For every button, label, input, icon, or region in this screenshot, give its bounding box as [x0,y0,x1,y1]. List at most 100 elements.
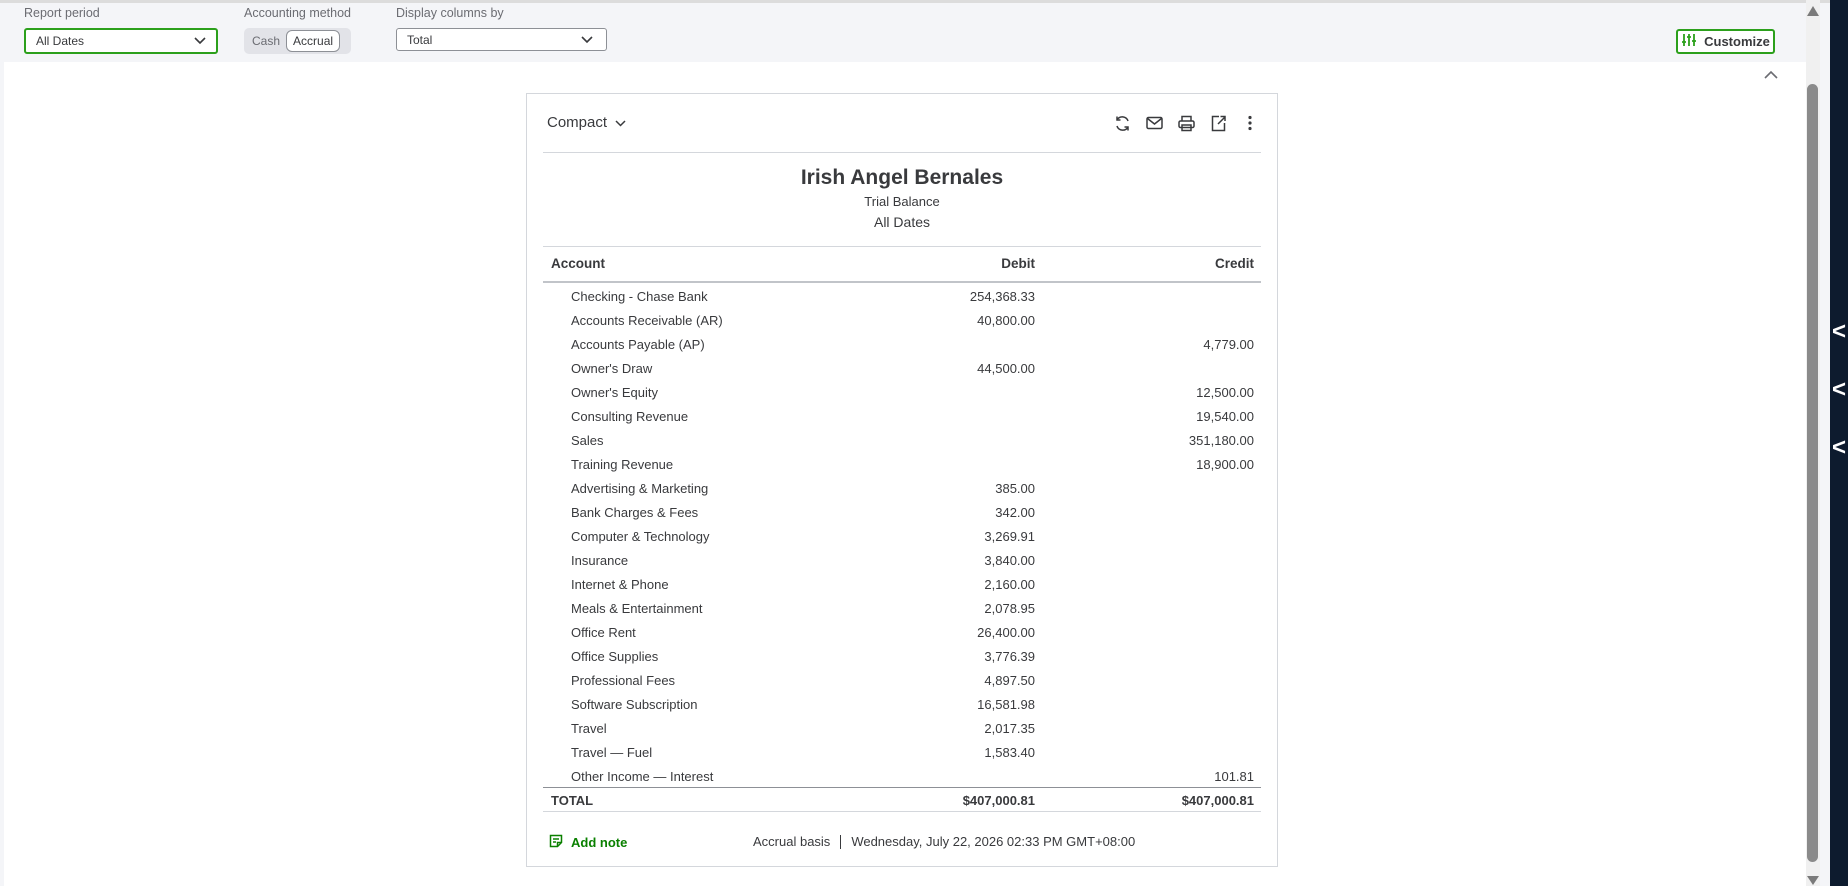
table-row: Meals & Entertainment 2,078.95 [543,597,1261,621]
account-cell: Bank Charges & Fees [571,505,699,520]
account-cell: Meals & Entertainment [571,601,703,616]
method-accrual-option[interactable]: Accrual [286,30,341,52]
debit-cell[interactable]: 3,269.91 [984,529,1035,544]
scroll-down-arrow-icon[interactable] [1807,876,1819,885]
report-rows: Checking - Chase Bank 254,368.33 Accounts … [543,285,1261,789]
debit-cell[interactable]: 2,017.35 [984,721,1035,736]
debit-cell[interactable]: 40,800.00 [977,313,1035,328]
debit-cell[interactable]: 2,160.00 [984,577,1035,592]
report-date-range: All Dates [873,214,931,230]
basis-separator [840,835,842,849]
account-cell: Software Subscription [571,697,698,712]
table-row: Owner's Draw 44,500.00 [543,357,1261,381]
credit-cell[interactable]: 12,500.00 [1196,385,1254,400]
account-cell: Training Revenue [571,457,674,472]
debit-cell[interactable]: 4,897.50 [984,673,1035,688]
total-label: TOTAL [551,793,594,808]
print-icon[interactable] [1177,114,1195,132]
report-footer: Add note Accrual basis Wednesday, July 2… [527,834,1277,854]
chevron-down-icon [581,33,593,47]
report-filter-bar: Report period All Dates Accounting metho… [0,0,1830,65]
debit-cell[interactable]: 3,776.39 [984,649,1035,664]
credit-cell[interactable]: 351,180.00 [1189,433,1254,448]
credit-cell[interactable]: 19,540.00 [1196,409,1254,424]
table-row: Office Supplies 3,776.39 [543,645,1261,669]
account-cell: Owner's Equity [571,385,659,400]
account-cell: Computer & Technology [571,529,710,544]
account-cell: Other Income — Interest [571,769,714,784]
scrollbar-thumb[interactable] [1807,84,1818,862]
debit-cell[interactable]: 44,500.00 [977,361,1035,376]
column-header-divider [543,281,1261,283]
method-cash-option[interactable]: Cash [246,30,286,52]
account-cell: Office Rent [571,625,636,640]
total-credit[interactable]: $407,000.81 [1182,793,1254,808]
account-cell: Owner's Draw [571,361,653,376]
credit-column-header[interactable]: Credit [1215,256,1254,271]
accounting-method-group: Accounting method Cash Accrual [244,5,352,54]
customize-label: Customize [1704,34,1770,49]
display-columns-select[interactable]: Total [396,28,607,51]
email-icon[interactable] [1145,114,1163,132]
more-options-icon[interactable] [1241,114,1259,132]
header-divider [543,246,1261,247]
debit-cell[interactable]: 254,368.33 [970,289,1035,304]
debit-column-header[interactable]: Debit [1001,256,1035,271]
refresh-icon[interactable] [1113,114,1131,132]
table-row: Accounts Receivable (AR) 40,800.00 [543,309,1261,333]
table-row: Internet & Phone 2,160.00 [543,573,1261,597]
account-cell: Consulting Revenue [571,409,689,424]
customize-button[interactable]: Customize [1676,29,1775,54]
accounting-method-label: Accounting method [244,6,352,20]
export-icon[interactable] [1209,114,1227,132]
credit-cell[interactable]: 18,900.00 [1196,457,1254,472]
table-row: Training Revenue 18,900.00 [543,453,1261,477]
debit-cell[interactable]: 385.00 [995,481,1035,496]
view-density-label: Compact [547,114,608,131]
toolbar-divider [543,152,1261,153]
table-row: Checking - Chase Bank 254,368.33 [543,285,1261,309]
footer-divider [543,811,1261,812]
debit-cell[interactable]: 26,400.00 [977,625,1035,640]
account-cell: Travel — Fuel [571,745,653,760]
account-cell: Accounts Payable (AP) [571,337,705,352]
scroll-up-arrow-icon[interactable] [1807,6,1819,16]
note-icon [549,834,563,851]
table-row: Other Income — Interest 101.81 [543,765,1261,789]
debit-cell[interactable]: 342.00 [995,505,1035,520]
credit-cell[interactable]: 101.81 [1214,769,1254,784]
table-row: Software Subscription 16,581.98 [543,693,1261,717]
debit-cell[interactable]: 1,583.40 [984,745,1035,760]
chevron-up-icon [1764,66,1778,82]
chevron-left-icon[interactable]: < [1832,436,1846,460]
table-row: Computer & Technology 3,269.91 [543,525,1261,549]
add-note-label: Add note [571,835,628,850]
account-cell: Insurance [571,553,629,568]
account-cell: Internet & Phone [571,577,669,592]
display-columns-value: Total [407,32,433,47]
debit-cell[interactable]: 3,840.00 [984,553,1035,568]
debit-cell[interactable]: 2,078.95 [984,601,1035,616]
collapse-filters-button[interactable] [1764,66,1778,82]
add-note-button[interactable]: Add note [549,834,627,851]
report-toolbar: Compact [527,94,1277,152]
table-row: Advertising & Marketing 385.00 [543,477,1261,501]
sliders-icon [1681,33,1697,50]
chevron-left-icon[interactable]: < [1832,320,1846,344]
credit-cell[interactable]: 4,779.00 [1203,337,1254,352]
table-row: Office Rent 26,400.00 [543,621,1261,645]
debit-cell[interactable]: 16,581.98 [977,697,1035,712]
table-row: Consulting Revenue 19,540.00 [543,405,1261,429]
view-density-dropdown[interactable]: Compact [547,114,626,131]
chevron-left-icon[interactable]: < [1832,378,1846,402]
report-period-value: All Dates [36,34,85,48]
account-column-header[interactable]: Account [551,256,605,271]
account-cell: Checking - Chase Bank [571,289,708,304]
account-cell: Accounts Receivable (AR) [571,313,723,328]
table-row: Travel 2,017.35 [543,717,1261,741]
report-timestamp: Wednesday, July 22, 2026 02:33 PM GMT+08… [851,834,1136,849]
accounting-method-toggle: Cash Accrual [244,28,352,54]
report-period-select[interactable]: All Dates [24,28,218,54]
total-debit[interactable]: $407,000.81 [963,793,1035,808]
basis-text: Accrual basis [753,834,831,849]
